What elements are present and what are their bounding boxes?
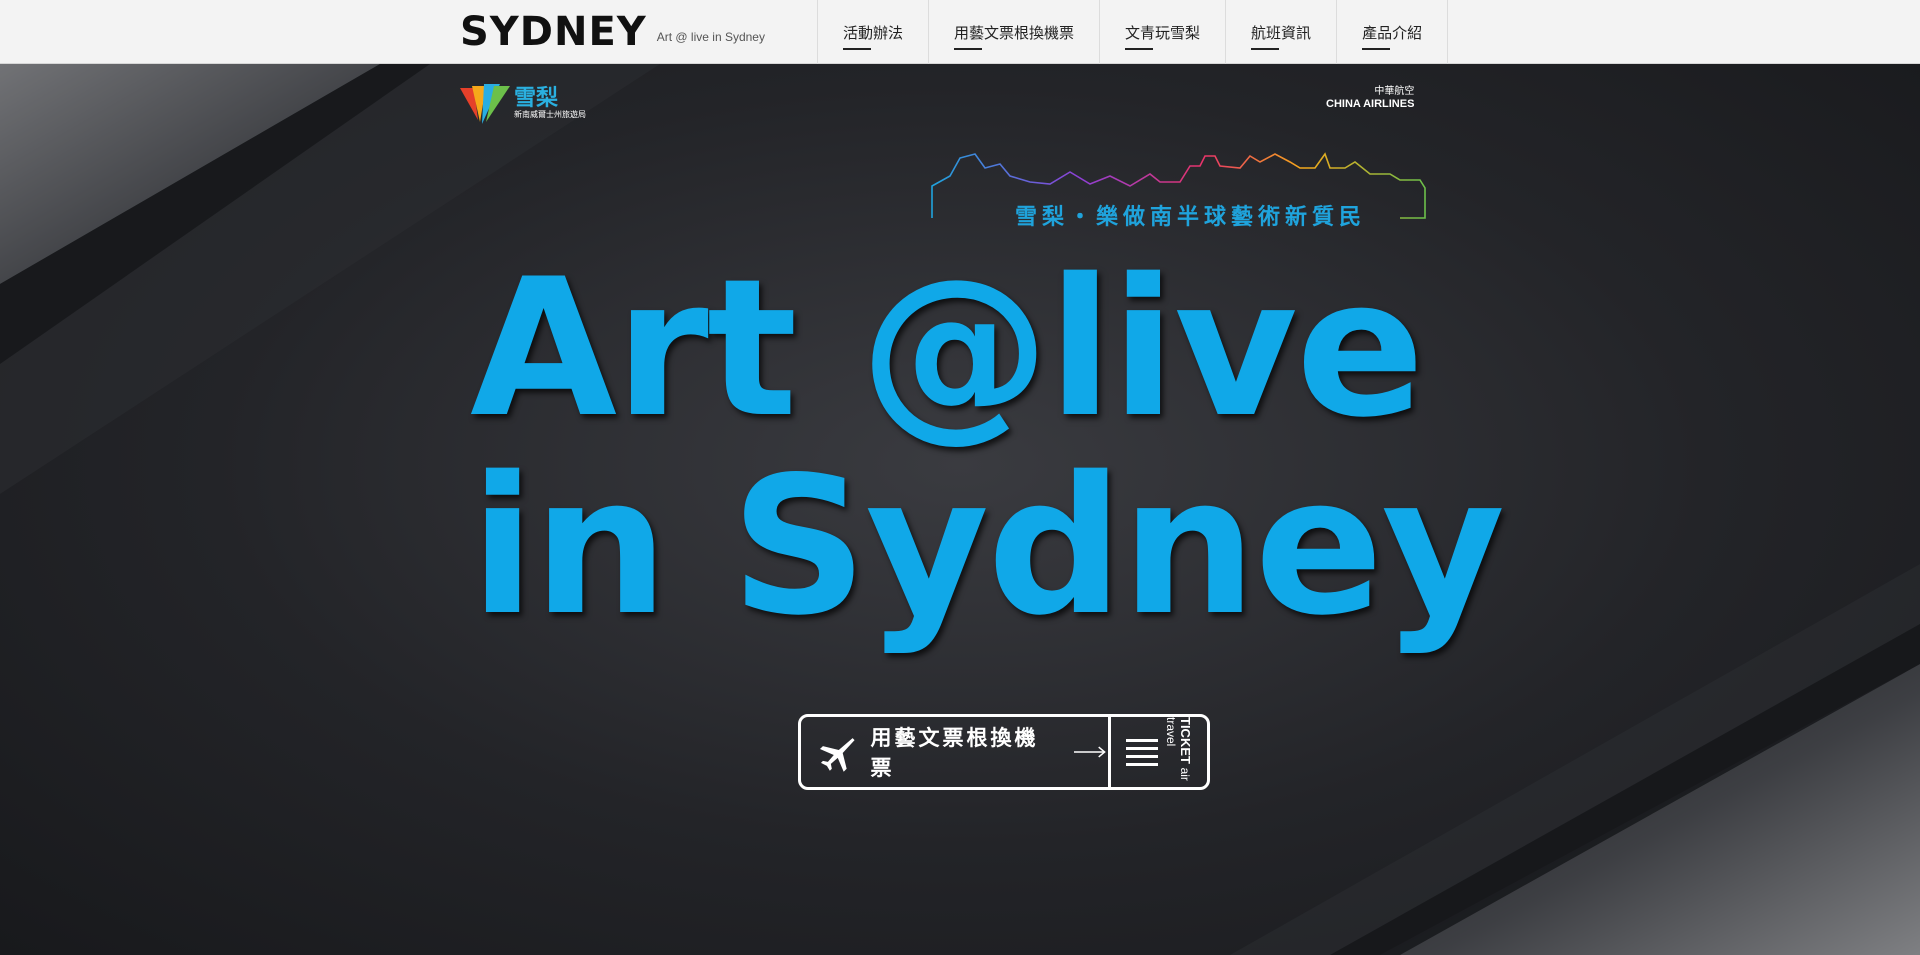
nav-label: 活動辦法 <box>843 23 904 42</box>
ticket-stub-text: TICKET air travel <box>1164 717 1193 787</box>
nav-label: 產品介紹 <box>1362 23 1423 42</box>
nav-item-flight-info[interactable]: 航班資訊 <box>1225 0 1336 64</box>
destination-nsw-logo: 雪梨 新南威爾士州旅遊局 <box>460 84 586 124</box>
top-navigation-bar: SYDNEY Art @ live in Sydney 活動辦法 用藝文票根換機… <box>0 0 1920 64</box>
ticket-stub-top: TICKET <box>1178 717 1193 764</box>
nav-label: 航班資訊 <box>1251 23 1312 42</box>
china-airlines-logo: 中華航空 CHINA AIRLINES <box>1326 86 1414 110</box>
tagline: 雪梨・樂做南半球藝術新質民 <box>1015 205 1367 230</box>
cta-main[interactable]: 用藝文票根換機票 <box>801 717 1111 787</box>
brand[interactable]: SYDNEY Art @ live in Sydney <box>460 8 765 56</box>
airplane-icon <box>819 738 855 772</box>
ticket-lines-icon <box>1126 734 1158 771</box>
sydney-logo[interactable]: SYDNEY <box>460 9 647 55</box>
arrow-right-icon <box>1074 746 1107 758</box>
nav-item-products[interactable]: 產品介紹 <box>1336 0 1449 64</box>
nav-label: 用藝文票根換機票 <box>954 23 1075 42</box>
china-airlines-cn: 中華航空 <box>1374 86 1415 97</box>
ticket-stub[interactable]: TICKET air travel <box>1111 717 1207 787</box>
nav-item-explore-sydney[interactable]: 文青玩雪梨 <box>1099 0 1225 64</box>
nav-item-event-rules[interactable]: 活動辦法 <box>817 0 928 64</box>
nav-label: 文青玩雪梨 <box>1125 23 1201 42</box>
ticket-exchange-button[interactable]: 用藝文票根換機票 TICKET air travel <box>798 714 1210 790</box>
nsw-logo-subtitle: 新南威爾士州旅遊局 <box>514 110 586 119</box>
nsw-logo-title: 雪梨 <box>514 86 559 111</box>
china-airlines-en: CHINA AIRLINES <box>1326 98 1415 110</box>
site-subtitle: Art @ live in Sydney <box>656 30 765 44</box>
headline-art-live: Art @live <box>470 238 1425 459</box>
cta-label: 用藝文票根換機票 <box>870 726 1039 780</box>
headline-in-sydney: in Sydney <box>470 436 1505 657</box>
nsw-logo-icon <box>460 84 510 124</box>
main-nav: 活動辦法 用藝文票根換機票 文青玩雪梨 航班資訊 產品介紹 <box>817 0 1449 64</box>
hero-banner: 雪梨 新南威爾士州旅遊局 中華航空 CHINA AIRLINES 雪梨・樂做南半… <box>0 64 1920 955</box>
nav-item-ticket-exchange[interactable]: 用藝文票根換機票 <box>928 0 1099 64</box>
